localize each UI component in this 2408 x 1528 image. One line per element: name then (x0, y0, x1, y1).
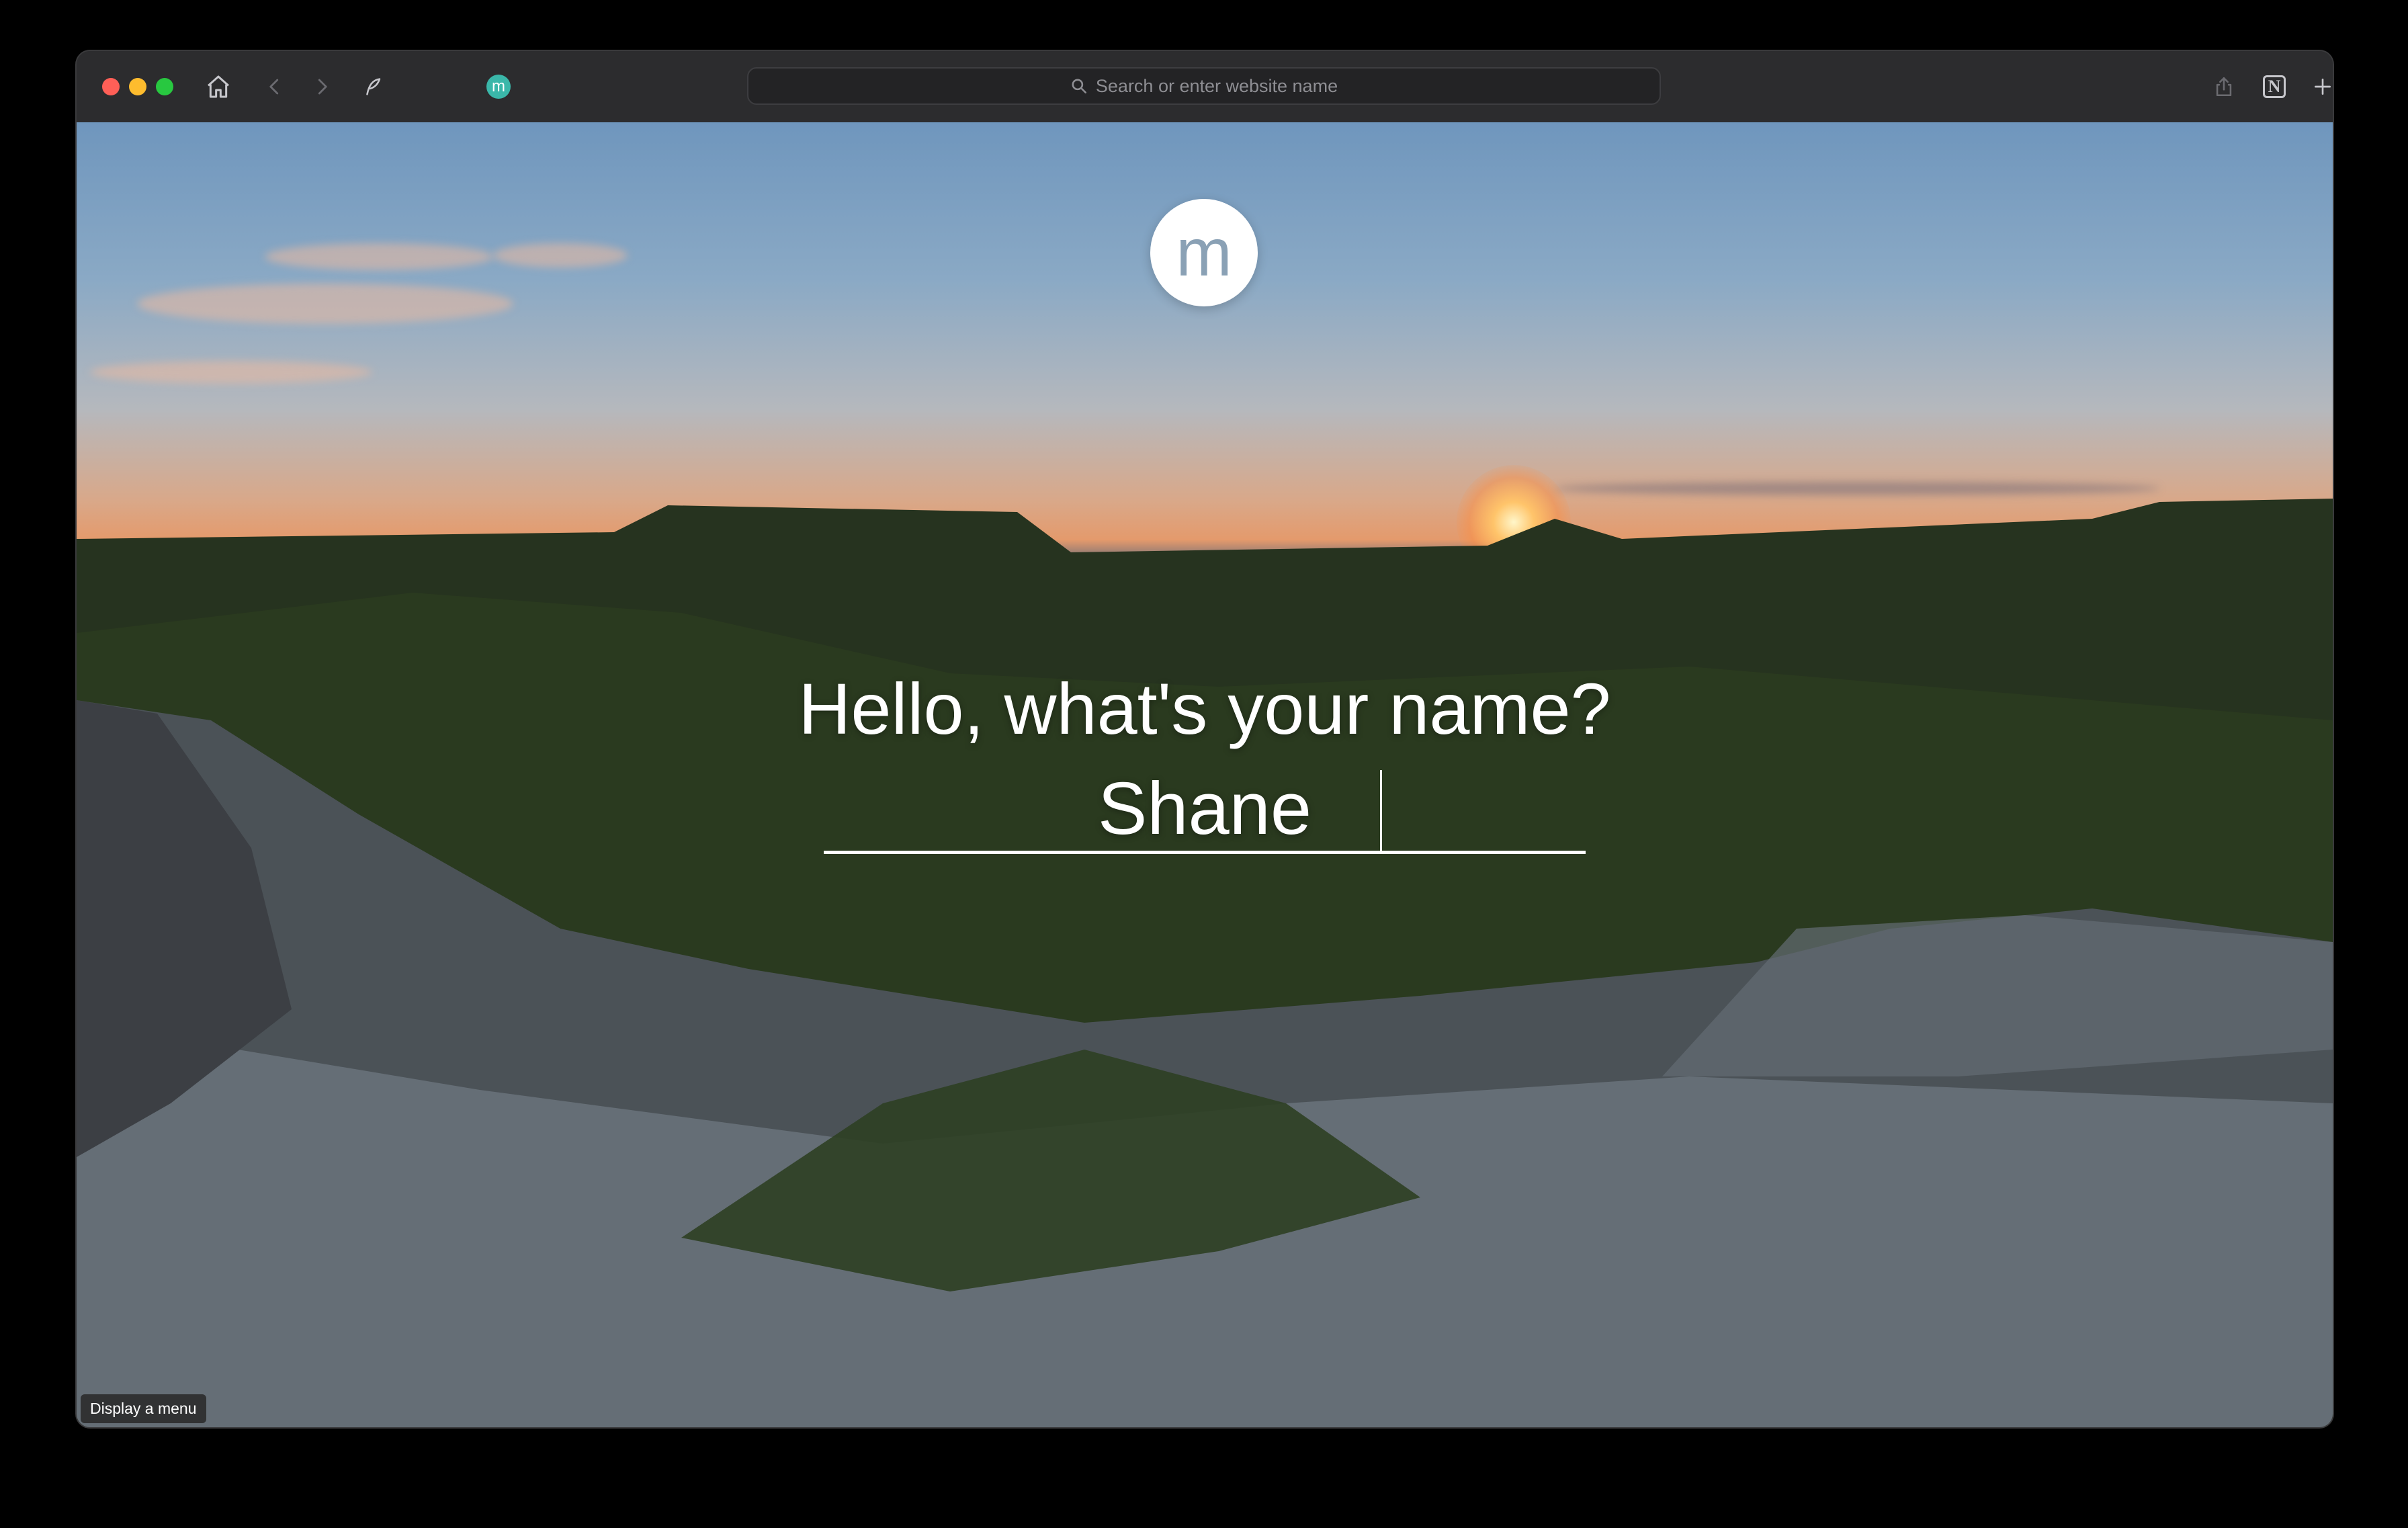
minimize-window-button[interactable] (129, 78, 146, 95)
plus-icon (2315, 79, 2331, 95)
browser-toolbar: m Search or enter website name N (77, 51, 2333, 124)
chevron-left-icon (269, 79, 279, 95)
name-field (824, 766, 1586, 854)
home-icon[interactable] (202, 70, 235, 103)
landscape-silhouette (77, 499, 2333, 1427)
forward-button[interactable] (305, 70, 339, 103)
text-caret (1380, 770, 1382, 852)
app-logo[interactable]: m (1150, 199, 1258, 306)
name-input[interactable] (824, 766, 1586, 851)
address-bar-placeholder: Search or enter website name (1095, 75, 1338, 96)
cloud (1555, 482, 2159, 495)
new-tab-button[interactable] (2306, 70, 2333, 103)
extension-badge-letter: m (486, 75, 511, 99)
notion-badge-letter: N (2263, 75, 2286, 98)
browser-window: m Search or enter website name N m Hello… (77, 51, 2333, 1427)
cloud (90, 361, 372, 384)
share-icon (2216, 77, 2232, 97)
back-button[interactable] (258, 70, 292, 103)
close-window-button[interactable] (102, 78, 120, 95)
address-bar[interactable]: Search or enter website name (747, 67, 1661, 105)
cloud (137, 284, 513, 324)
greeting-prompt: Hello, what's your name? (798, 668, 1611, 749)
chevron-right-icon (318, 79, 327, 95)
logo-letter: m (1176, 215, 1232, 290)
search-icon (1072, 79, 1086, 94)
new-tab-page: m Hello, what's your name? Display a men… (77, 122, 2333, 1427)
feather-icon[interactable] (356, 70, 390, 103)
momentum-extension-icon[interactable]: m (482, 70, 515, 103)
cloud (493, 243, 628, 267)
cloud (265, 243, 493, 270)
maximize-window-button[interactable] (156, 78, 173, 95)
menu-tooltip: Display a menu (81, 1394, 206, 1423)
share-button[interactable] (2207, 70, 2241, 103)
notion-icon[interactable]: N (2258, 70, 2291, 103)
